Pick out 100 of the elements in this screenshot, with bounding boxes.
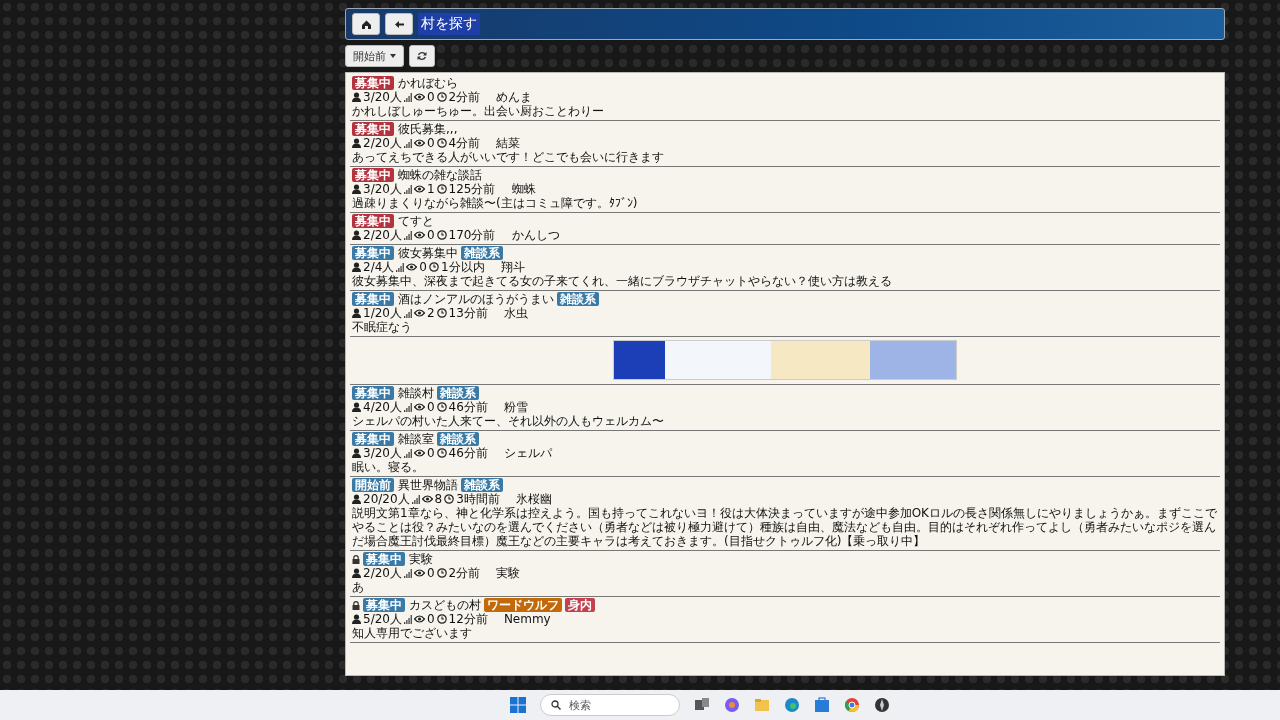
status-filter-dropdown[interactable]: 開始前 — [345, 45, 404, 67]
room-row[interactable]: 募集中 実験 2/20人 0 2分前 実験 あ — [350, 551, 1220, 597]
watcher-count: 0 — [426, 566, 435, 580]
status-badge: 募集中 — [352, 292, 394, 306]
status-badge: 募集中 — [352, 76, 394, 90]
person-icon — [352, 614, 361, 624]
eye-icon — [413, 139, 425, 147]
room-row[interactable]: 募集中 彼女募集中 雑談系 2/4人 0 1分以内 翔斗 彼女募集中、深夜まで起きてる女の子来てくれ、一緒にブラウザチャットやらない？使い方は教える — [350, 245, 1220, 291]
person-icon — [352, 568, 361, 578]
watcher-count: 0 — [426, 136, 435, 150]
app-icon[interactable] — [874, 697, 890, 713]
room-row[interactable]: 募集中 雑談室 雑談系 3/20人 0 46分前 シェルパ 眠い。寝る。 — [350, 431, 1220, 477]
room-title: 酒はノンアルのほうがうまい — [398, 292, 554, 306]
taskbar-search-field[interactable]: 検索 — [540, 694, 680, 716]
room-description: かれしぼしゅーちゅー。出会い厨おことわりー — [352, 104, 605, 118]
room-description: 不眠症なう — [352, 320, 413, 334]
ad-banner[interactable] — [613, 340, 957, 380]
caret-icon — [390, 54, 396, 58]
host-name: めんま — [496, 90, 533, 104]
watcher-count: 8 — [434, 492, 443, 506]
room-title: 彼女募集中 — [398, 246, 458, 260]
eye-icon — [413, 403, 425, 411]
signal-bars-icon — [403, 614, 412, 624]
room-row[interactable]: 募集中 かれぼむら 3/20人 0 2分前 めんま かれしぼしゅーちゅー。出会い厨おことわりー — [350, 75, 1220, 121]
room-title: 雑談村 — [398, 386, 434, 400]
signal-bars-icon — [403, 92, 412, 102]
room-row[interactable] — [350, 477, 1220, 551]
signal-bars-icon — [403, 230, 412, 240]
room-row[interactable]: 募集中 雑談村 雑談系 4/20人 0 46分前 粉雪 シェルパの村いた人来てー、それ以外の人もウェルカム〜 — [350, 385, 1220, 431]
clock-icon — [444, 494, 455, 504]
host-name: Nemmy — [503, 612, 551, 626]
eye-icon — [413, 93, 425, 101]
watcher-count: 0 — [426, 400, 435, 414]
status-badge: 募集中 — [352, 122, 394, 136]
person-icon — [352, 448, 361, 458]
room-row[interactable]: 募集中 てすと 2/20人 0 170分前 かんしつ — [350, 213, 1220, 245]
updated-time: 1分以内 — [440, 260, 485, 274]
room-description: 説明文第1章なら、神と化学系は控えよう。国も持ってこれないヨ！役は大体決まっていますが途中参加OKロルの長さ関係無しにやりましょうかぁ。まずここでやることは役？みたいなのを選んでください（勇者などは被り極力避けて）種族は自由、魔法なども自由。目的はそれぞれ作ってよし（勇者みたいなポジを選んだ場合魔王討伐最終目標）魔王などの主要キャラは考えておきます。(目指せクトゥルフ化)【乗っ取り中】 — [352, 506, 1218, 548]
room-description: 知人専用でございます — [352, 626, 473, 640]
refresh-icon — [417, 51, 427, 61]
person-icon — [352, 138, 361, 148]
start-icon[interactable] — [510, 697, 526, 713]
member-count: 3/20人 — [363, 90, 402, 104]
watcher-count: 0 — [426, 228, 435, 242]
search-icon — [551, 700, 561, 710]
back-button[interactable] — [385, 13, 413, 35]
eye-icon — [413, 231, 425, 239]
room-title: カスどもの村 — [409, 598, 481, 612]
watcher-count: 0 — [426, 446, 435, 460]
member-count: 4/20人 — [363, 400, 402, 414]
home-button[interactable] — [352, 13, 380, 35]
host-name: シェルパ — [503, 446, 552, 460]
person-icon — [352, 494, 361, 504]
host-name: 翔斗 — [500, 260, 525, 274]
updated-time: 13分前 — [448, 306, 488, 320]
tag-badge: 雑談系 — [557, 292, 599, 306]
status-badge: 募集中 — [352, 386, 394, 400]
clock-icon — [436, 230, 447, 240]
clock-icon — [436, 402, 447, 412]
room-row[interactable]: 募集中 酒はノンアルのほうがうまい 雑談系 1/20人 2 13分前 水虫 不眠症なう — [350, 291, 1220, 337]
room-row[interactable]: 募集中 彼氏募集,,, 2/20人 0 4分前 結菜 あってえちできる人がいいです！どこでも会いに行きます — [350, 121, 1220, 167]
host-name: 粉雪 — [503, 400, 528, 414]
room-description: あってえちできる人がいいです！どこでも会いに行きます — [352, 150, 665, 164]
host-name: 蜘蛛 — [511, 182, 536, 196]
arrow-left-icon — [393, 18, 405, 30]
signal-bars-icon — [403, 448, 412, 458]
member-count: 2/20人 — [363, 228, 402, 242]
status-badge: 募集中 — [363, 552, 405, 566]
home-icon — [360, 18, 372, 30]
watcher-count: 0 — [426, 90, 435, 104]
signal-bars-icon — [403, 402, 412, 412]
person-icon — [352, 262, 361, 272]
eye-icon — [413, 569, 425, 577]
person-icon — [352, 184, 361, 194]
person-icon — [352, 402, 361, 412]
member-count: 3/20人 — [363, 182, 402, 196]
status-badge: 開始前 — [352, 478, 394, 492]
room-row[interactable]: 募集中 蜘蛛の雑な談話 3/20人 1 125分前 蜘蛛 過疎りまくりながら雑談〜(主はコミュ障です。ﾀﾌﾞﾝ) — [350, 167, 1220, 213]
updated-time: 170分前 — [448, 228, 496, 242]
clock-icon — [428, 262, 439, 272]
clock-icon — [436, 92, 447, 102]
status-badge: 募集中 — [352, 168, 394, 182]
refresh-button[interactable] — [409, 45, 435, 67]
watcher-count: 1 — [426, 182, 435, 196]
room-row[interactable]: 募集中 カスどもの村 ワードウルフ 身内 5/20人 0 12分前 Nemmy 知人専用でございます — [350, 597, 1220, 643]
host-name: 水虫 — [503, 306, 528, 320]
eye-icon — [413, 309, 425, 317]
tag-badge: 雑談系 — [461, 478, 503, 492]
person-icon — [352, 92, 361, 102]
task-view-icon[interactable] — [694, 697, 710, 713]
person-icon — [352, 308, 361, 318]
updated-time: 2分前 — [448, 566, 481, 580]
tag-badge: 雑談系 — [461, 246, 503, 260]
eye-icon — [406, 263, 418, 271]
room-title: 雑談室 — [398, 432, 434, 446]
room-description: 彼女募集中、深夜まで起きてる女の子来てくれ、一緒にブラウザチャットやらない？使い方は教える — [352, 274, 893, 288]
eye-icon — [421, 495, 433, 503]
host-name: 氷桜幽 — [515, 492, 552, 506]
clock-icon — [436, 308, 447, 318]
room-title: 実験 — [409, 552, 433, 566]
